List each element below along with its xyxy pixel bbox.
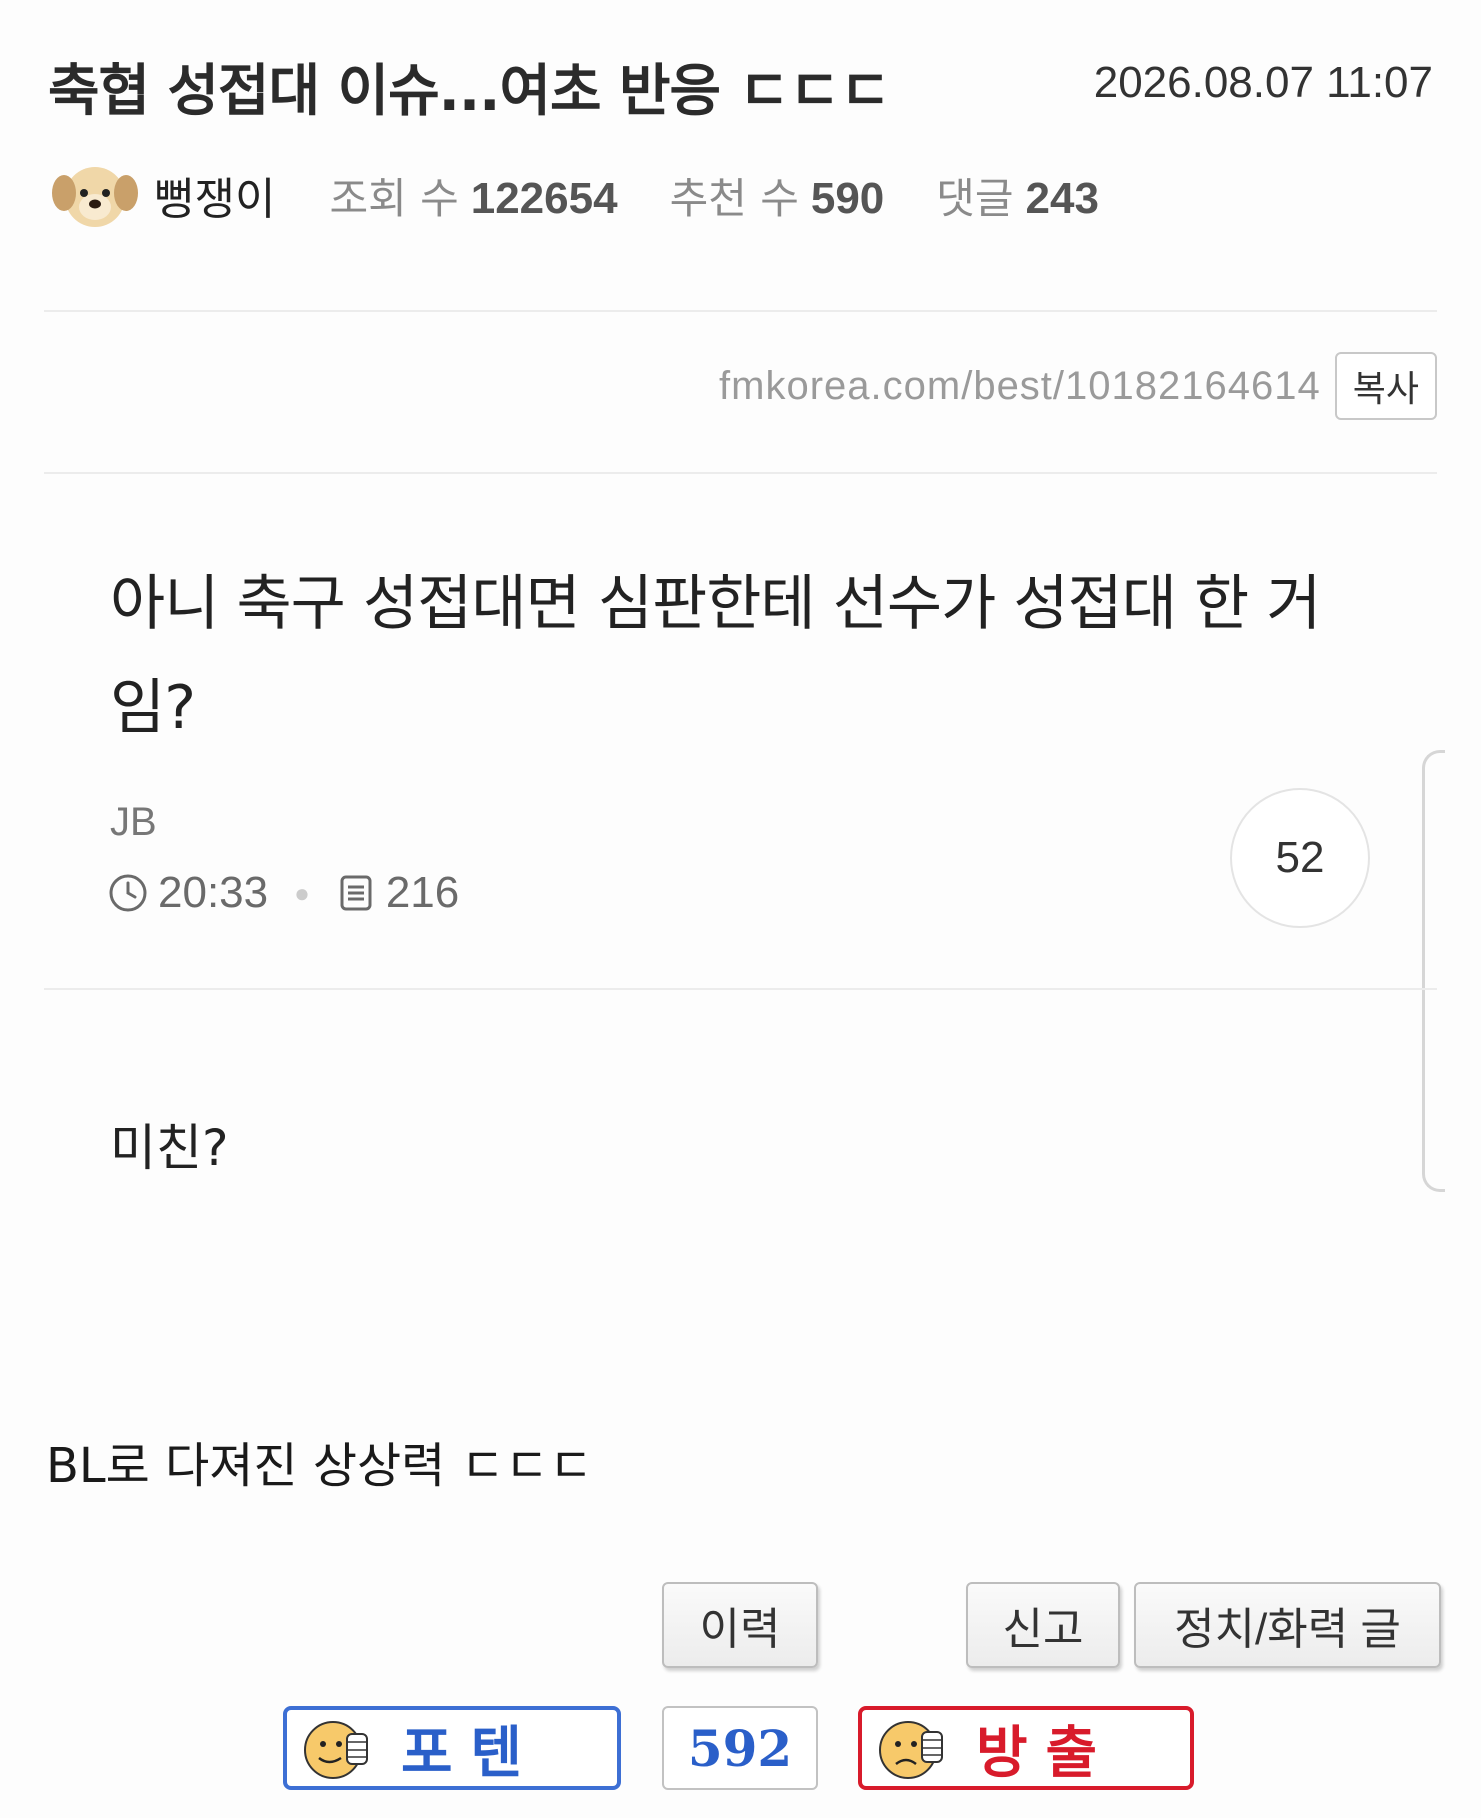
politics-flag-button[interactable]: 정치/화력 글 [1134,1582,1441,1668]
recommend-label: 추천 수 [669,173,799,223]
post-url[interactable]: fmkorea.com/best/10182164614 [719,364,1321,409]
embedded-stats: 20:33 ● 216 [108,868,459,918]
post-caption: BL로 다져진 상상력 ㄷㄷㄷ [46,1438,594,1494]
vote-up-button[interactable]: 포텐 [283,1706,621,1790]
comments-label: 댓글 [936,173,1014,223]
puppy-avatar-icon[interactable] [52,157,138,233]
views-label: 조회 수 [329,173,459,223]
copy-url-button[interactable]: 복사 [1334,352,1437,420]
clock-icon [109,874,147,912]
comments-stat[interactable]: 댓글 243 [936,165,1099,226]
embedded-body: 미친? [110,1119,229,1177]
embedded-comment-count: 52 [1230,788,1370,928]
divider [44,472,1437,474]
post-title: 축협 성접대 이슈...여초 반응 ㄷㄷㄷ [48,59,891,124]
divider [44,988,1437,990]
vote-count: 592 [662,1706,818,1790]
views-stat: 조회 수 122654 [329,165,617,226]
thumbs-down-face-icon [879,1721,943,1779]
url-row: fmkorea.com/best/10182164614 복사 [719,352,1437,420]
vote-down-label: 방출 [976,1719,1116,1786]
recommend-stat: 추천 수 590 [670,165,885,226]
vote-up-label: 포텐 [401,1719,541,1786]
embedded-post-title: 아니 축구 성접대면 심판한테 선수가 성접대 한 거임? [110,569,1322,743]
embedded-views: 216 [385,868,460,917]
thumbs-up-face-icon [304,1721,368,1779]
report-button[interactable]: 신고 [966,1582,1120,1668]
history-button[interactable]: 이력 [662,1582,818,1668]
post-meta: 뻥쟁이 조회 수 122654 추천 수 590 댓글 243 [52,155,1151,235]
author-name[interactable]: 뻥쟁이 [154,163,275,227]
views-value: 122654 [470,173,618,223]
divider [44,310,1437,312]
document-icon [340,875,372,911]
recommend-value: 590 [810,173,885,223]
embedded-author: JB [110,800,157,844]
embedded-side-bracket [1422,750,1445,1192]
vote-down-button[interactable]: 방출 [858,1706,1194,1790]
comments-value: 243 [1025,173,1099,223]
embedded-time: 20:33 [158,868,269,917]
post-date: 2026.08.07 11:07 [1093,58,1433,107]
separator-dot: ● [294,877,310,908]
